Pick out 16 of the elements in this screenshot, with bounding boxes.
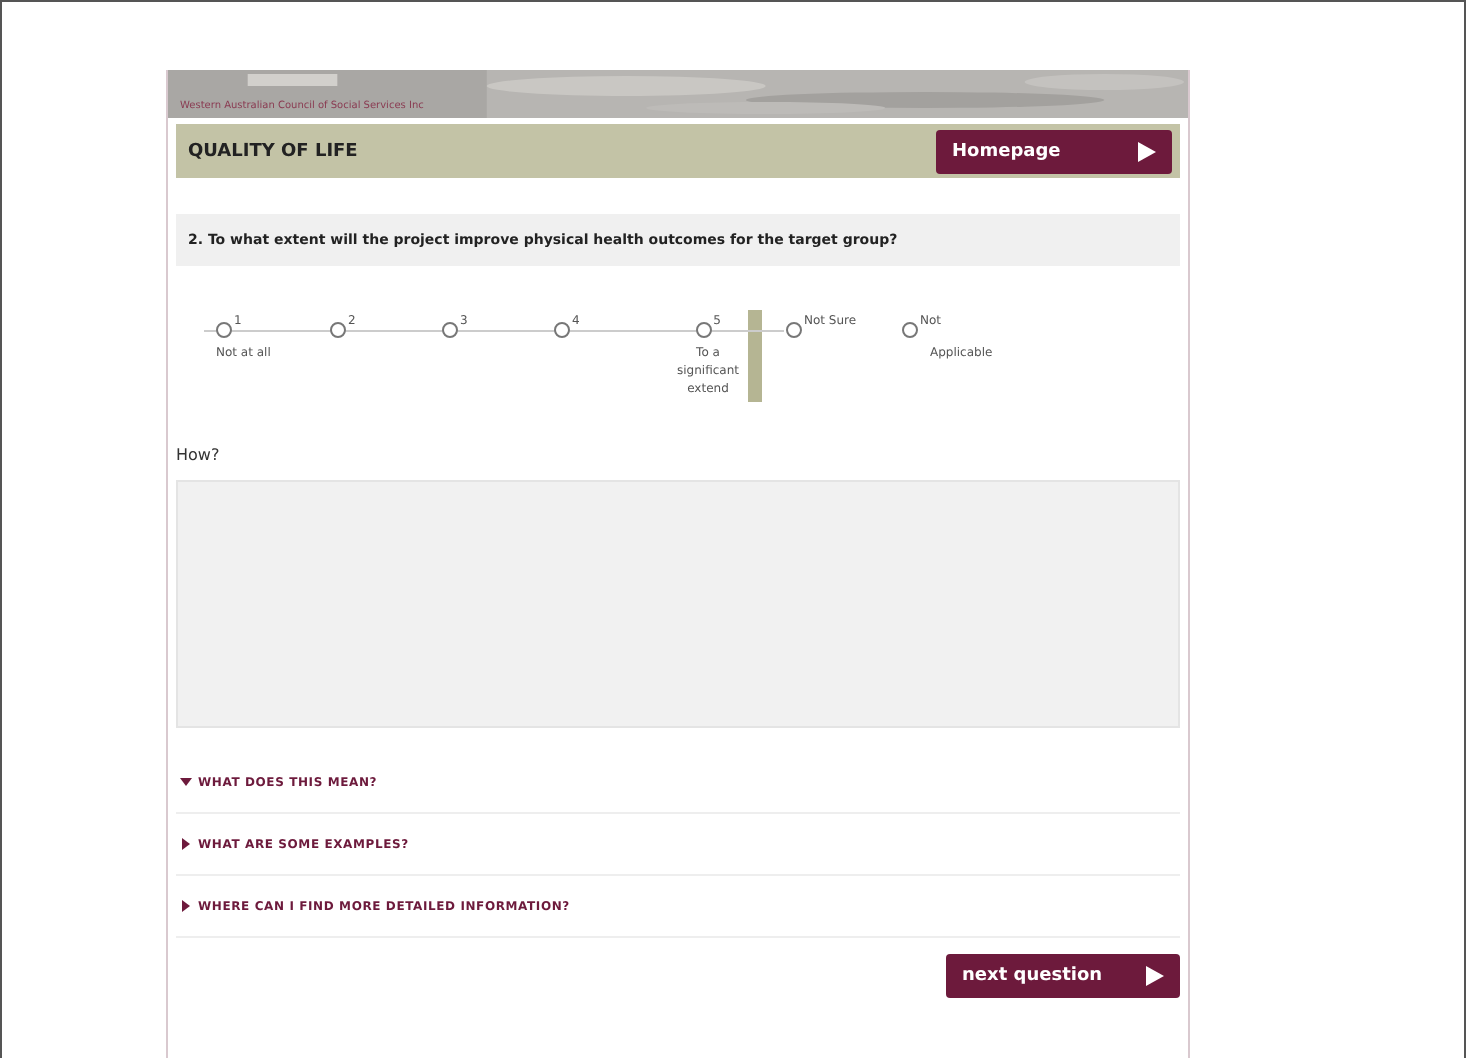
radio-button[interactable]: [330, 322, 346, 338]
radio-button[interactable]: [695, 322, 712, 338]
play-icon: [1146, 966, 1164, 986]
homepage-button[interactable]: Homepage: [936, 129, 1172, 173]
how-label: How?: [176, 446, 222, 464]
section-title: QUALITY OF LIFE: [188, 141, 358, 161]
caret-right-icon: [180, 838, 192, 850]
radio-button[interactable]: [902, 322, 918, 338]
radio-button[interactable]: [786, 322, 802, 338]
caret-down-icon: [180, 776, 192, 788]
radio-button[interactable]: [216, 322, 232, 338]
next-question-button[interactable]: next question: [946, 954, 1180, 998]
play-icon: [1138, 141, 1156, 161]
radio-button[interactable]: [554, 322, 570, 338]
caret-right-icon: [180, 900, 192, 912]
radio-button[interactable]: [442, 322, 458, 338]
